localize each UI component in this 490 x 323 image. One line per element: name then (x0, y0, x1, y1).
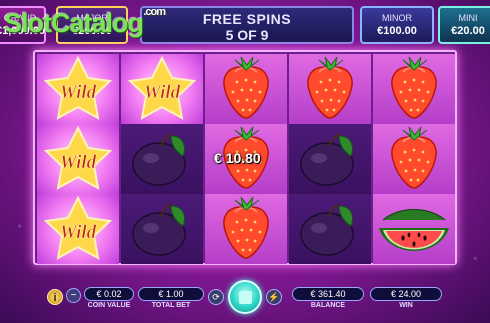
watermelon-symbol (373, 194, 455, 264)
win-field: € 24.00 (370, 287, 442, 301)
wild-symbol: Wild (37, 194, 119, 264)
strawberry-symbol (205, 54, 287, 124)
strawberry-symbol (373, 124, 455, 194)
win-label: WIN (399, 302, 413, 309)
svg-text:Wild: Wild (60, 82, 97, 103)
minor-jackpot-label: MINOR (382, 13, 412, 23)
win-amount-overlay: € 10.80 (214, 150, 261, 166)
wild-symbol: Wild (37, 124, 119, 194)
autoplay-button[interactable]: ⟳ (208, 289, 224, 305)
free-spins-panel: FREE SPINS 5 OF 9 (140, 6, 354, 44)
wild-symbol: Wild (121, 54, 203, 124)
watermark-text: SlotCatalog (4, 8, 144, 38)
minor-jackpot: MINOR €100.00 (360, 6, 434, 44)
watermark-logo: SlotCatalog .com (4, 6, 166, 39)
coin-decrease-button[interactable]: − (66, 288, 81, 303)
plum-symbol (121, 124, 203, 194)
info-button[interactable]: i (47, 289, 63, 305)
plum-symbol (289, 124, 371, 194)
plum-symbol (121, 194, 203, 264)
watermark-suffix: .com (143, 6, 166, 18)
free-spins-title: FREE SPINS (202, 11, 292, 27)
total-bet-label: TOTAL BET (151, 302, 191, 309)
svg-text:Wild: Wild (60, 222, 97, 243)
balance-label: BALANCE (310, 302, 346, 309)
svg-text:Wild: Wild (60, 152, 97, 173)
minor-jackpot-value: €100.00 (377, 25, 417, 37)
coin-value-field[interactable]: € 0.02 (84, 287, 134, 301)
free-spins-count: 5 OF 9 (225, 27, 269, 43)
balance-field: € 361.40 (292, 287, 364, 301)
strawberry-symbol (373, 54, 455, 124)
strawberry-symbol (289, 54, 371, 124)
strawberry-symbol (205, 194, 287, 264)
plum-symbol (289, 194, 371, 264)
turbo-button[interactable]: ⚡ (266, 289, 282, 305)
mini-jackpot: MINI €20.00 (438, 6, 490, 44)
mini-jackpot-value: €20.00 (451, 25, 485, 37)
wild-symbol: Wild (37, 54, 119, 124)
svg-text:Wild: Wild (144, 82, 181, 103)
total-bet-field[interactable]: € 1.00 (138, 287, 204, 301)
mini-jackpot-label: MINI (458, 13, 478, 23)
coin-value-label: COIN VALUE (87, 302, 131, 309)
spin-button[interactable] (228, 280, 262, 314)
